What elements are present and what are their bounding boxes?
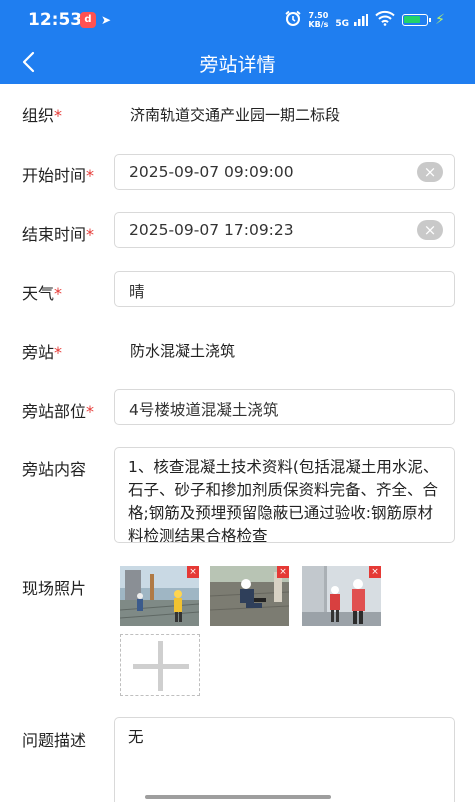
required-mark: * xyxy=(86,402,95,421)
station-location-label: 旁站部位* xyxy=(22,398,94,422)
app-notification-icon: d xyxy=(80,12,96,28)
station-content-label: 旁站内容 xyxy=(22,460,87,479)
status-bar: 12:53 d ➤ 7.50 KB/s 5G ⚡ xyxy=(0,0,475,40)
delete-photo-icon[interactable]: × xyxy=(187,566,199,578)
station-location-value: 4号楼坡道混凝土浇筑 xyxy=(129,401,279,419)
start-time-value: 2025-09-07 09:09:00 xyxy=(129,163,294,181)
start-time-label-text: 开始时间 xyxy=(22,166,87,185)
power-saver-icon: ⚡ xyxy=(435,12,445,28)
end-time-value: 2025-09-07 17:09:23 xyxy=(129,221,294,239)
app-header: 旁站详情 xyxy=(0,40,475,84)
delete-photo-icon[interactable]: × xyxy=(277,566,289,578)
start-time-label: 开始时间* xyxy=(22,162,94,186)
station-content-field[interactable]: 1、核查混凝土技术资料(包括混凝土用水泥、石子、砂子和掺加剂质保资料完备、齐全、… xyxy=(114,447,455,543)
network-type: 5G xyxy=(335,18,350,29)
issue-field[interactable]: 无 xyxy=(114,717,455,802)
station-label-text: 旁站 xyxy=(22,343,55,362)
net-speed-value: 7.50 xyxy=(308,11,329,20)
station-label: 旁站* xyxy=(22,339,62,363)
end-time-field[interactable]: 2025-09-07 17:09:23 × xyxy=(114,212,455,248)
site-photo[interactable]: × xyxy=(210,566,289,626)
status-right: 7.50 KB/s 5G ⚡ xyxy=(285,8,445,32)
required-mark: * xyxy=(54,284,63,303)
net-speed-unit: KB/s xyxy=(308,20,329,29)
org-label: 组织* xyxy=(22,102,62,126)
delete-photo-icon[interactable]: × xyxy=(369,566,381,578)
start-time-field[interactable]: 2025-09-07 09:09:00 × xyxy=(114,154,455,190)
station-location-label-text: 旁站部位 xyxy=(22,402,87,421)
weather-label: 天气* xyxy=(22,280,62,304)
net-speed: 7.50 KB/s xyxy=(308,11,328,29)
site-photo[interactable]: × xyxy=(302,566,381,626)
weather-label-text: 天气 xyxy=(22,284,55,303)
top-bar: 12:53 d ➤ 7.50 KB/s 5G ⚡ 旁站详情 xyxy=(0,0,475,84)
status-time: 12:53 xyxy=(28,10,83,30)
navigation-icon: ➤ xyxy=(101,13,112,27)
wifi-icon xyxy=(375,10,395,30)
battery-icon xyxy=(402,14,432,26)
required-mark: * xyxy=(54,106,63,125)
issue-label: 问题描述 xyxy=(22,731,87,750)
signal-icon: 5G xyxy=(335,11,369,30)
home-indicator[interactable] xyxy=(145,795,331,799)
page-title: 旁站详情 xyxy=(199,54,276,76)
org-label-text: 组织 xyxy=(22,106,55,125)
add-photo-button[interactable] xyxy=(120,634,200,696)
alarm-icon xyxy=(285,10,301,30)
required-mark: * xyxy=(54,343,63,362)
required-mark: * xyxy=(86,166,95,185)
org-value: 济南轨道交通产业园一期二标段 xyxy=(130,106,341,124)
site-photo[interactable]: × xyxy=(120,566,199,626)
station-location-field[interactable]: 4号楼坡道混凝土浇筑 xyxy=(114,389,455,425)
photos-label: 现场照片 xyxy=(22,579,87,598)
clear-icon[interactable]: × xyxy=(417,162,443,182)
end-time-label-text: 结束时间 xyxy=(22,225,87,244)
weather-field[interactable]: 晴 xyxy=(114,271,455,307)
clear-icon[interactable]: × xyxy=(417,220,443,240)
weather-value: 晴 xyxy=(129,283,145,301)
station-value: 防水混凝土浇筑 xyxy=(130,342,236,360)
end-time-label: 结束时间* xyxy=(22,221,94,245)
required-mark: * xyxy=(86,225,95,244)
add-photo-icon xyxy=(158,641,163,691)
